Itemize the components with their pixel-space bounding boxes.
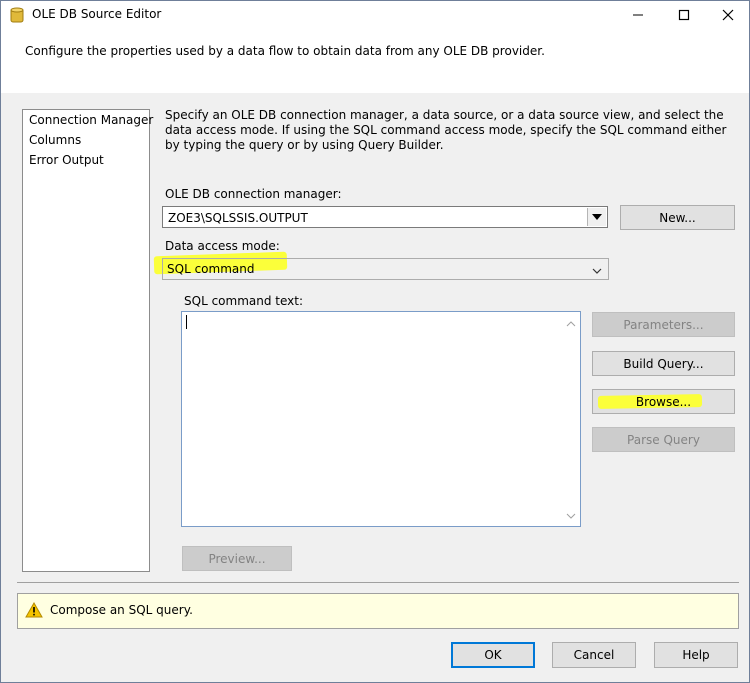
parameters-button[interactable]: Parameters... (592, 312, 735, 337)
maximize-icon (678, 9, 690, 21)
maximize-button[interactable] (661, 1, 707, 29)
page-description: Specify an OLE DB connection manager, a … (165, 108, 727, 152)
minimize-button[interactable] (615, 1, 661, 29)
header-description: Configure the properties used by a data … (25, 44, 545, 58)
scroll-up-icon[interactable] (566, 316, 576, 330)
scroll-down-icon[interactable] (566, 508, 576, 522)
sql-command-textarea[interactable] (181, 311, 581, 527)
title-bar: OLE DB Source Editor (1, 1, 749, 29)
text-caret (186, 315, 187, 329)
status-message: Compose an SQL query. (50, 603, 193, 617)
chevron-down-icon (592, 264, 602, 278)
connection-manager-value: ZOE3\SQLSSIS.OUTPUT (168, 211, 308, 225)
access-mode-label: Data access mode: (165, 239, 280, 253)
close-icon (722, 9, 734, 21)
close-button[interactable] (705, 1, 750, 29)
new-connection-button[interactable]: New... (620, 205, 735, 230)
nav-item-connection-manager[interactable]: Connection Manager (29, 113, 153, 127)
build-query-button[interactable]: Build Query... (592, 351, 735, 376)
minimize-icon (633, 14, 643, 16)
dropdown-arrow-icon (592, 214, 602, 220)
nav-item-columns[interactable]: Columns (29, 133, 81, 147)
preview-button[interactable]: Preview... (182, 546, 292, 571)
access-mode-select[interactable]: SQL command (162, 258, 609, 280)
sql-command-scrollbar[interactable] (562, 312, 580, 526)
connection-manager-combo[interactable]: ZOE3\SQLSSIS.OUTPUT (162, 206, 608, 228)
ole-db-source-editor-window: OLE DB Source Editor Configure the prope… (0, 0, 750, 683)
cancel-button[interactable]: Cancel (552, 642, 636, 668)
connection-manager-dropdown-button[interactable] (587, 208, 606, 226)
database-icon (10, 7, 24, 23)
warning-icon (25, 601, 43, 621)
parse-query-button[interactable]: Parse Query (592, 427, 735, 452)
connection-manager-label: OLE DB connection manager: (165, 187, 342, 201)
ok-button[interactable]: OK (451, 642, 535, 668)
help-button[interactable]: Help (654, 642, 738, 668)
status-message-bar: Compose an SQL query. (17, 593, 739, 629)
window-title: OLE DB Source Editor (32, 7, 162, 21)
browse-button[interactable]: Browse... (592, 389, 735, 414)
separator (17, 582, 739, 583)
dialog-header: Configure the properties used by a data … (1, 29, 749, 93)
access-mode-value: SQL command (167, 262, 255, 276)
sql-command-label: SQL command text: (184, 294, 303, 308)
nav-item-error-output[interactable]: Error Output (29, 153, 104, 167)
page-navigation: Connection Manager Columns Error Output (22, 109, 153, 572)
